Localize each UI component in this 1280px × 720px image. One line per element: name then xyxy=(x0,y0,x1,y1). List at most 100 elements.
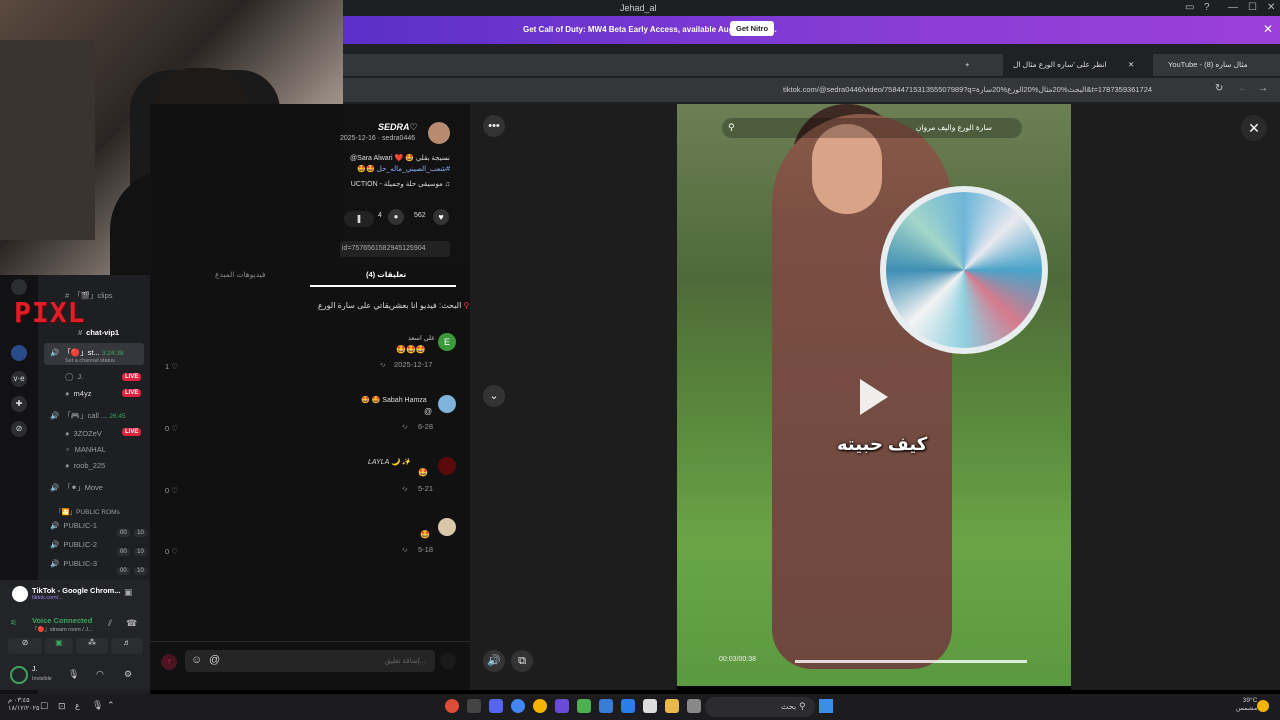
app-icon[interactable] xyxy=(555,699,569,713)
search-hint[interactable]: البحث: فيديو انا بعشريقاتي على سارة الور… xyxy=(318,301,469,310)
volume-icon[interactable]: 🔊 xyxy=(483,650,505,672)
voice-user[interactable]: ♆ MANHAL xyxy=(65,445,106,454)
server-icon[interactable] xyxy=(11,279,27,295)
channel-clips[interactable]: # 「🎬」clips xyxy=(65,290,113,301)
camera-button[interactable]: ⊘ xyxy=(8,638,42,654)
close-video-icon[interactable]: ✕ xyxy=(1241,115,1267,141)
tab-creator-videos[interactable]: فيديوهات المبدع xyxy=(215,270,266,279)
video-player[interactable]: ⚲ سارة الورع واليف مروان كيف حبيته 00:03… xyxy=(677,104,1071,686)
reply-link[interactable]: رد xyxy=(402,545,408,552)
avatar[interactable] xyxy=(438,518,456,536)
scroll-down-icon[interactable]: ⌄ xyxy=(483,385,505,407)
avatar[interactable] xyxy=(10,666,28,684)
language-icon[interactable]: ع xyxy=(75,701,80,710)
heart-icon[interactable]: ♥ xyxy=(433,209,449,225)
more-options-icon[interactable]: ••• xyxy=(483,115,505,137)
app-icon[interactable] xyxy=(467,699,481,713)
reply-link[interactable]: رد xyxy=(402,422,408,429)
disconnect-icon[interactable]: ☎ xyxy=(126,618,137,629)
reply-link[interactable]: رد xyxy=(380,360,386,367)
server-icon[interactable]: v·e xyxy=(11,371,27,387)
close-window-button[interactable]: ✕ xyxy=(1267,2,1275,13)
reload-icon[interactable]: ↻ xyxy=(1215,83,1223,94)
music-info[interactable]: ♫ موسيقى حلة وجميلة - UCTION xyxy=(340,180,450,188)
mention-icon[interactable]: @ xyxy=(209,654,220,666)
channel-status[interactable]: Set a channel status xyxy=(65,358,115,364)
network-icon[interactable]: ⊡ xyxy=(58,701,66,712)
video-id[interactable]: id=7576561582945125904 xyxy=(340,241,450,257)
forward-icon[interactable]: → xyxy=(1258,83,1268,94)
microphone-icon[interactable]: 🎙 xyxy=(92,700,103,711)
reply-link[interactable]: رد xyxy=(402,484,408,491)
voice-channel[interactable]: 「🔴」stream room / J... xyxy=(32,625,93,633)
voice-user[interactable]: ● roob_225 xyxy=(65,461,105,470)
chrome-icon[interactable] xyxy=(533,699,547,713)
edge-icon[interactable] xyxy=(621,699,635,713)
video-hashtags[interactable]: #شعب_الصيني_ماله_حل 🤩🤩 xyxy=(340,165,450,173)
add-server-icon[interactable]: ✚ xyxy=(11,396,27,412)
channel-stream-room[interactable]: 🔊 「🔴」st... 3:24:38 xyxy=(50,347,124,358)
back-icon[interactable]: ← xyxy=(1238,83,1248,94)
tab-youtube[interactable]: YouTube - (8) مثال ساره xyxy=(1158,54,1268,76)
noise-suppression-icon[interactable]: ⫽ xyxy=(108,618,112,629)
like-count[interactable]: 1 ♡ xyxy=(165,362,178,371)
settings-icon[interactable]: ⚙ xyxy=(124,669,132,680)
store-icon[interactable] xyxy=(643,699,657,713)
close-banner-icon[interactable]: ✕ xyxy=(1263,22,1273,36)
minimize-button[interactable]: — xyxy=(1228,2,1238,13)
channel-chat-vip1[interactable]: # chat-vip1 xyxy=(78,328,119,337)
play-icon[interactable] xyxy=(860,379,888,415)
category-public-roms[interactable]: 「🎦」PUBLIC ROMs xyxy=(55,506,120,516)
get-nitro-button[interactable]: Get Nitro xyxy=(730,21,775,36)
close-tab-icon[interactable]: ✕ xyxy=(1118,54,1144,76)
voice-user[interactable]: ● 3ZOZeV xyxy=(65,429,102,438)
notification-icon[interactable]: ☐ xyxy=(40,701,48,712)
like-count[interactable]: 0 ♡ xyxy=(165,547,178,556)
mail-icon[interactable] xyxy=(599,699,613,713)
chrome-icon[interactable] xyxy=(511,699,525,713)
avatar[interactable] xyxy=(438,395,456,413)
new-tab-button[interactable]: + xyxy=(955,54,979,76)
microphone-icon[interactable]: 🎙 xyxy=(68,669,79,680)
channel-public-1[interactable]: 🔊 PUBLIC-1 xyxy=(50,521,97,530)
activity-icon[interactable]: ▣ xyxy=(124,587,133,598)
soundboard-button[interactable]: ♬ xyxy=(111,638,143,654)
address-bar[interactable]: tiktok.com/@sedra0446/video/758447153135… xyxy=(343,78,1280,102)
author-avatar[interactable] xyxy=(428,122,450,144)
comment-input[interactable]: ☺ @ إضافة تعليق... xyxy=(185,650,435,672)
author-name[interactable]: SEDRA♡ xyxy=(378,122,418,133)
discover-icon[interactable]: ⊘ xyxy=(11,421,27,437)
server-icon[interactable] xyxy=(11,345,27,361)
avatar[interactable]: E xyxy=(438,333,456,351)
inbox-icon[interactable]: ▭ xyxy=(1185,2,1194,13)
channel-call[interactable]: 🔊 「🎮」call ... 26:45 xyxy=(50,410,126,421)
folder-icon[interactable] xyxy=(665,699,679,713)
tab-comments[interactable]: تعليقات (4) xyxy=(366,270,406,279)
taskbar-search[interactable]: بحث ⚲ xyxy=(705,697,815,717)
voice-user[interactable]: ◯ J. xyxy=(65,372,83,381)
channel-move[interactable]: 🔊 「⚫」Move xyxy=(50,482,103,493)
start-icon[interactable] xyxy=(819,699,833,713)
channel-public-3[interactable]: 🔊 PUBLIC-3 xyxy=(50,559,97,568)
clock[interactable]: ٠٣:٤٥ م ١٨/١٢/٢٠٢٥ xyxy=(8,697,40,713)
avatar[interactable] xyxy=(438,457,456,475)
voice-user[interactable]: ● m4yz xyxy=(65,389,91,398)
channel-public-2[interactable]: 🔊 PUBLIC-2 xyxy=(50,540,97,549)
screen-share-button[interactable]: ▣ xyxy=(45,638,73,654)
maximize-button[interactable]: ☐ xyxy=(1248,2,1257,13)
comment-user[interactable]: 🤩 🤩 Sabah Hamza xyxy=(361,396,427,404)
mini-player-icon[interactable]: ⧉ xyxy=(511,650,533,672)
video-search-bar[interactable]: ⚲ سارة الورع واليف مروان xyxy=(722,118,1022,138)
bookmark-button[interactable]: ❚ xyxy=(344,211,374,227)
video-progress-bar[interactable] xyxy=(795,660,1027,663)
weather-widget[interactable]: 39°C مشمس xyxy=(1236,697,1257,713)
tray-chevron-icon[interactable]: ⌃ xyxy=(107,700,115,711)
headphones-icon[interactable]: ◠ xyxy=(96,669,104,680)
emoji-icon[interactable]: ☺ xyxy=(191,654,202,666)
app-icon[interactable] xyxy=(687,699,701,713)
comment-icon[interactable]: ● xyxy=(388,209,404,225)
activities-button[interactable]: ⁂ xyxy=(76,638,108,654)
like-count[interactable]: 0 ♡ xyxy=(165,486,178,495)
send-button[interactable]: ↑ xyxy=(161,654,177,670)
comment-user[interactable]: LAYLA 🌙 ✨ xyxy=(368,458,410,466)
